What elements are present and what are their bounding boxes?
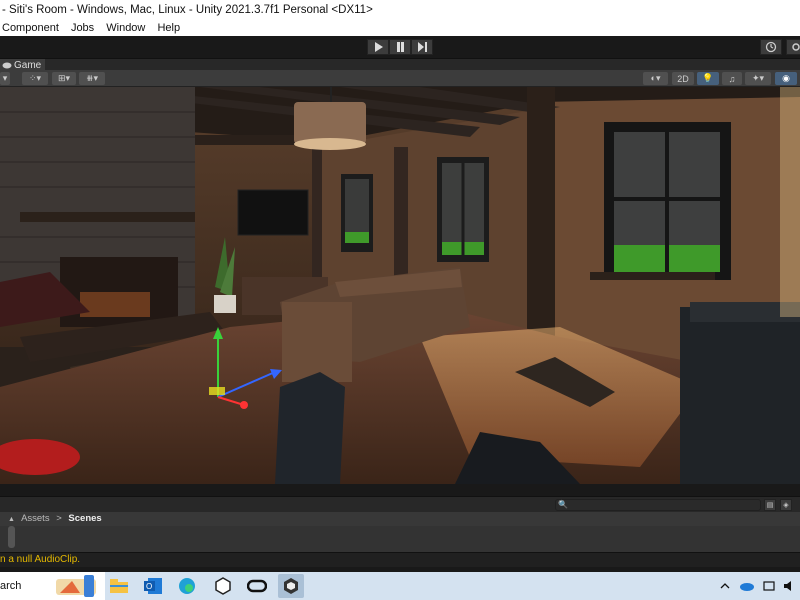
step-icon (417, 42, 427, 52)
breadcrumb-scenes[interactable]: Scenes (68, 513, 101, 524)
snap-icon: ⊞▾ (57, 73, 71, 83)
menu-bar: Component Jobs Window Help (0, 21, 800, 36)
main-toolbar (0, 36, 800, 58)
visibility-toggle[interactable]: ◉ (775, 72, 797, 85)
snap-dropdown[interactable]: ⊞▾ (52, 72, 76, 85)
menu-help[interactable]: Help (157, 21, 180, 35)
tag-icon: ◈ (783, 502, 789, 509)
undo-history-button[interactable] (760, 39, 782, 55)
settings-button[interactable] (786, 39, 800, 55)
favorites-button[interactable]: ◈ (780, 499, 792, 511)
chevron-down-icon: ▾ (2, 73, 8, 83)
lighting-toggle[interactable]: 💡 (697, 72, 719, 85)
scene-tool-partial[interactable]: ▾ (0, 72, 10, 85)
search-icon: 🔍 (558, 500, 568, 509)
window-title: - Siti's Room - Windows, Mac, Linux - Un… (0, 0, 800, 21)
collapse-arrow-icon[interactable]: ▲ (8, 513, 15, 527)
play-icon (374, 42, 383, 52)
play-button[interactable] (367, 39, 389, 55)
shading-icon: ◐▾ (650, 73, 661, 83)
wifi-icon[interactable] (762, 578, 776, 594)
pivot-dropdown[interactable]: ⁘▾ (22, 72, 48, 85)
speaker-icon: ♫ (728, 73, 736, 84)
menu-window[interactable]: Window (106, 21, 145, 35)
breadcrumb-assets[interactable]: Assets (21, 513, 50, 524)
project-search-input[interactable]: 🔍 (555, 499, 761, 511)
svg-text:O: O (146, 582, 152, 591)
playmode-controls (367, 39, 433, 55)
step-button[interactable] (411, 39, 433, 55)
project-content (0, 526, 800, 552)
panel-divider (0, 484, 800, 496)
unity-icon[interactable] (278, 574, 304, 598)
outlook-icon[interactable]: O (140, 574, 166, 598)
filter-button[interactable]: ▤ (764, 499, 776, 511)
console-status[interactable]: n a null AudioClip. (0, 552, 800, 567)
tab-game-label: Game (14, 59, 42, 71)
gear-icon (792, 43, 800, 51)
tray-chevron-up-icon[interactable] (718, 578, 732, 594)
file-explorer-icon[interactable] (106, 574, 132, 598)
room-render (0, 87, 800, 484)
effects-dropdown[interactable]: ✦▾ (745, 72, 771, 85)
toggle-2d-button[interactable]: 2D (672, 72, 694, 85)
scrollbar[interactable] (8, 526, 15, 548)
ruler-icon: ⧻▾ (85, 73, 99, 83)
gamepad-icon (2, 62, 12, 68)
oculus-icon[interactable] (244, 574, 270, 598)
increment-dropdown[interactable]: ⧻▾ (79, 72, 105, 85)
view-tab-bar: Game (0, 58, 800, 71)
scene-viewport[interactable] (0, 87, 800, 484)
history-icon (765, 41, 777, 53)
menu-component[interactable]: Component (2, 21, 59, 35)
pause-icon (396, 42, 404, 52)
unity-hub-icon[interactable] (210, 574, 236, 598)
menu-jobs[interactable]: Jobs (71, 21, 94, 35)
toggle-2d-label: 2D (677, 73, 689, 84)
windows-taskbar: arch O (0, 572, 800, 600)
volume-icon[interactable] (782, 578, 796, 594)
search-highlight-icon[interactable] (52, 574, 100, 598)
audio-toggle[interactable]: ♫ (722, 72, 742, 85)
grid-icon: ⁘▾ (28, 73, 42, 83)
project-toolbar: 🔍 ▤ ◈ (0, 496, 800, 512)
eye-icon: ◉ (782, 73, 790, 83)
pause-button[interactable] (389, 39, 411, 55)
lightbulb-icon: 💡 (702, 73, 714, 83)
breadcrumb-separator: > (56, 513, 62, 524)
scene-toolbar: ▾ ⁘▾ ⊞▾ ⧻▾ ◐▾ 2D 💡 ♫ ✦▾ ◉ (0, 70, 800, 87)
edge-icon[interactable] (174, 574, 200, 598)
effects-icon: ✦▾ (751, 73, 765, 83)
onedrive-icon[interactable] (738, 578, 756, 594)
draw-mode-dropdown[interactable]: ◐▾ (643, 72, 668, 85)
project-breadcrumb: ▲ Assets > Scenes (0, 512, 800, 526)
filter-icon: ▤ (766, 502, 774, 509)
